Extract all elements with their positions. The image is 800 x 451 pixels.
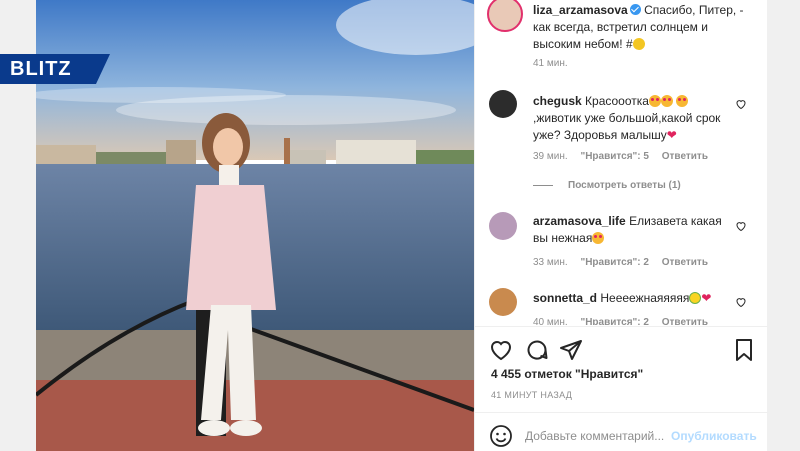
- caption-time: 41 мин.: [533, 58, 568, 69]
- comment-username[interactable]: arzamasova_life: [533, 214, 626, 228]
- reply-button[interactable]: Ответить: [662, 151, 708, 162]
- comment-likes[interactable]: "Нравится": 5: [580, 151, 649, 162]
- comment-time: 39 мин.: [533, 151, 568, 162]
- post-time: 41 МИНУТ НАЗАД: [491, 390, 573, 400]
- comment-likes[interactable]: "Нравится": 2: [580, 317, 649, 325]
- comment-meta: 39 мин. "Нравится": 5 Ответить: [533, 151, 708, 162]
- comment-meta: 40 мин. "Нравится": 2 Ответить: [533, 317, 708, 325]
- sun-emoji-icon: [632, 38, 645, 50]
- comment-username[interactable]: chegusk: [533, 94, 582, 108]
- bookmark-icon[interactable]: [732, 338, 756, 362]
- right-margin: [767, 0, 800, 451]
- heart-icon[interactable]: [489, 338, 513, 362]
- red-heart-emoji-icon: ❤: [701, 291, 712, 305]
- comment-like-icon[interactable]: [735, 220, 747, 232]
- comment-input[interactable]: Добавьте комментарий...: [525, 429, 664, 443]
- divider: [475, 412, 768, 413]
- verified-icon: [629, 4, 641, 15]
- comment-icon[interactable]: [525, 338, 549, 362]
- reply-button[interactable]: Ответить: [662, 257, 708, 268]
- comment-username[interactable]: sonnetta_d: [533, 291, 597, 305]
- comment-likes[interactable]: "Нравится": 2: [580, 257, 649, 268]
- heart-eyes-emoji-icon: [676, 95, 689, 107]
- comment-like-icon[interactable]: [735, 296, 747, 308]
- heart-eyes-emoji-icon: [648, 95, 661, 107]
- comment-text: chegusk Красооотка ,животик уже большой,…: [533, 93, 733, 144]
- flower-emoji-icon: [689, 292, 702, 304]
- author-avatar[interactable]: [487, 0, 523, 32]
- replies-line: [533, 185, 553, 186]
- comment-body: Красооотка: [585, 94, 649, 108]
- comment-avatar[interactable]: [489, 288, 517, 316]
- comment-like-icon[interactable]: [735, 98, 747, 110]
- likes-count[interactable]: 4 455 отметок "Нравится": [491, 367, 643, 381]
- comment-meta: 33 мин. "Нравится": 2 Ответить: [533, 257, 708, 268]
- comment-text: arzamasova_life Елизавета какая вы нежна…: [533, 213, 733, 247]
- heart-eyes-emoji-icon: [660, 95, 673, 107]
- red-heart-emoji-icon: ❤: [666, 128, 677, 142]
- view-replies-button[interactable]: Посмотреть ответы (1): [568, 180, 681, 191]
- heart-eyes-emoji-icon: [592, 232, 605, 244]
- comment-avatar[interactable]: [489, 90, 517, 118]
- comment-time: 33 мин.: [533, 257, 568, 268]
- divider: [475, 326, 768, 327]
- smile-icon[interactable]: [489, 424, 513, 448]
- publish-button[interactable]: Опубликовать: [671, 429, 757, 443]
- blitz-logo: BLITZ: [0, 54, 110, 84]
- comments-panel: liza_arzamasova Спасибо, Питер, - как вс…: [474, 0, 768, 451]
- comment-text: sonnetta_d Неееежнаяяяяя ❤: [533, 290, 733, 307]
- share-icon[interactable]: [559, 338, 583, 362]
- author-username[interactable]: liza_arzamasova: [533, 3, 628, 17]
- comment-time: 40 мин.: [533, 317, 568, 325]
- caption: liza_arzamasova Спасибо, Питер, - как вс…: [533, 2, 753, 53]
- reply-button[interactable]: Ответить: [662, 317, 708, 325]
- comment-body: ,животик уже большой,какой срок уже? Здо…: [533, 111, 721, 142]
- comment-body: Неееежнаяяяяя: [600, 291, 690, 305]
- comment-avatar[interactable]: [489, 212, 517, 240]
